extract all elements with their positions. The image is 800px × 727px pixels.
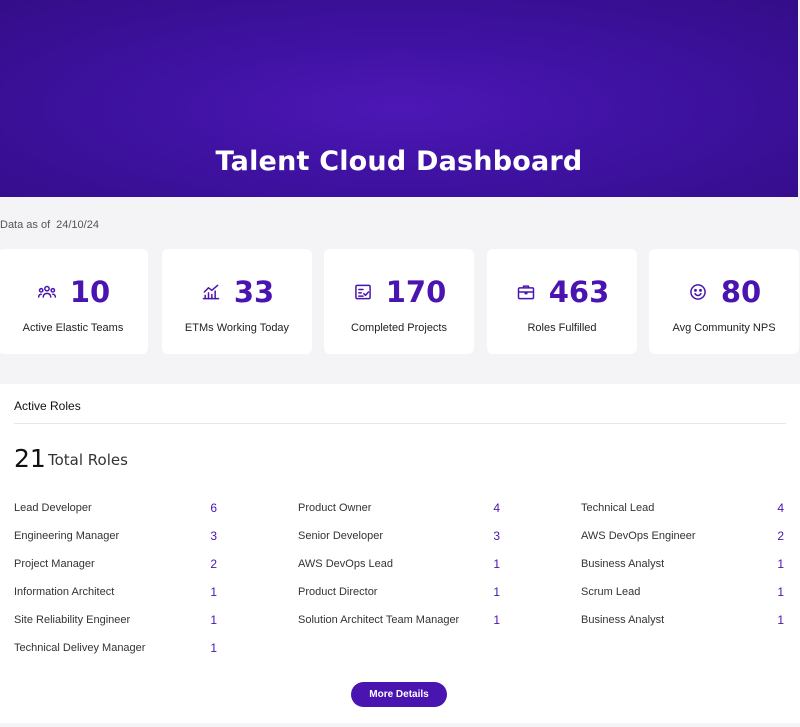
- role-count: 4: [777, 501, 784, 515]
- role-count: 1: [493, 557, 500, 571]
- role-item: Product Owner 4: [298, 500, 503, 528]
- role-name: AWS DevOps Lead: [298, 558, 393, 570]
- stat-value: 33: [233, 275, 275, 309]
- role-item: Senior Developer 3: [298, 528, 503, 556]
- smiley-icon: [687, 281, 709, 303]
- role-name: Solution Architect Team Manager: [298, 614, 460, 626]
- role-name: Product Owner: [298, 502, 372, 514]
- role-name: Technical Delivey Manager: [14, 642, 146, 654]
- stat-label: Active Elastic Teams: [22, 322, 124, 334]
- role-count: 1: [493, 613, 500, 627]
- role-item: Engineering Manager 3: [14, 528, 219, 556]
- role-count: 6: [210, 501, 217, 515]
- more-details-button[interactable]: More Details: [351, 682, 447, 707]
- trend-chart-icon: [200, 281, 222, 303]
- data-as-of-label: Data as of: [0, 219, 51, 231]
- role-item: Scrum Lead 1: [581, 584, 786, 612]
- role-count: 1: [777, 557, 784, 571]
- role-item: Lead Developer 6: [14, 500, 219, 528]
- stat-label: ETMs Working Today: [184, 322, 290, 334]
- role-item: Project Manager 2: [14, 556, 219, 584]
- stat-card-completed-projects: 170 Completed Projects: [324, 249, 474, 354]
- role-name: Scrum Lead: [581, 586, 641, 598]
- briefcase-icon: [515, 281, 537, 303]
- role-item: Product Director 1: [298, 584, 503, 612]
- role-item: Business Analyst 1: [581, 612, 786, 640]
- page-title: Talent Cloud Dashboard: [215, 146, 583, 177]
- stats-cards: 10 Active Elastic Teams 33 ETMs Working …: [0, 249, 800, 354]
- role-count: 4: [493, 501, 500, 515]
- roles-column-1: Lead Developer 6 Engineering Manager 3 Pro…: [14, 500, 219, 668]
- role-count: 3: [210, 529, 217, 543]
- total-roles-label: Total Roles: [48, 451, 128, 469]
- hero-banner: Talent Cloud Dashboard: [0, 0, 798, 197]
- stat-card-active-teams: 10 Active Elastic Teams: [0, 249, 148, 354]
- role-name: Information Architect: [14, 586, 115, 598]
- stat-label: Avg Community NPS: [672, 322, 776, 334]
- stat-label: Completed Projects: [351, 322, 447, 334]
- stat-card-etms-working: 33 ETMs Working Today: [162, 249, 312, 354]
- role-name: Project Manager: [14, 558, 95, 570]
- role-item: Business Analyst 1: [581, 556, 786, 584]
- role-count: 2: [777, 529, 784, 543]
- role-name: Business Analyst: [581, 558, 665, 570]
- role-count: 3: [493, 529, 500, 543]
- data-as-of-date: 24/10/24: [56, 219, 99, 231]
- role-name: Business Analyst: [581, 614, 665, 626]
- role-name: Technical Lead: [581, 502, 655, 514]
- role-count: 2: [210, 557, 217, 571]
- role-item: AWS DevOps Engineer 2: [581, 528, 786, 556]
- role-count: 1: [210, 641, 217, 655]
- total-roles-count: 21: [14, 444, 46, 473]
- role-name: AWS DevOps Engineer: [581, 530, 696, 542]
- role-item: Solution Architect Team Manager 1: [298, 612, 503, 640]
- stat-card-roles-fulfilled: 463 Roles Fulfilled: [487, 249, 637, 354]
- stat-card-community-nps: 80 Avg Community NPS: [649, 249, 799, 354]
- roles-column-3: Technical Lead 4 AWS DevOps Engineer 2 Bus…: [581, 500, 786, 640]
- active-roles-panel: Active Roles 21 Total Roles Lead Develop…: [0, 384, 800, 723]
- role-name: Product Director: [298, 586, 378, 598]
- role-count: 1: [210, 613, 217, 627]
- role-item: Technical Lead 4: [581, 500, 786, 528]
- checklist-icon: [352, 281, 374, 303]
- role-item: AWS DevOps Lead 1: [298, 556, 503, 584]
- data-as-of: Data as of 24/10/24: [0, 219, 105, 231]
- role-name: Senior Developer: [298, 530, 383, 542]
- role-item: Information Architect 1: [14, 584, 219, 612]
- role-item: Site Reliability Engineer 1: [14, 612, 219, 640]
- panel-title: Active Roles: [14, 399, 81, 413]
- stat-label: Roles Fulfilled: [527, 322, 597, 334]
- role-name: Engineering Manager: [14, 530, 120, 542]
- role-count: 1: [493, 585, 500, 599]
- role-name: Lead Developer: [14, 502, 92, 514]
- role-count: 1: [777, 613, 784, 627]
- role-name: Site Reliability Engineer: [14, 614, 131, 626]
- stat-value: 80: [720, 275, 762, 309]
- stat-value: 10: [69, 275, 111, 309]
- stat-value: 463: [548, 275, 610, 309]
- role-item: Technical Delivey Manager 1: [14, 640, 219, 668]
- roles-column-2: Product Owner 4 Senior Developer 3 AWS Dev…: [298, 500, 503, 640]
- divider: [14, 423, 786, 424]
- role-count: 1: [210, 585, 217, 599]
- team-icon: [36, 281, 58, 303]
- role-count: 1: [777, 585, 784, 599]
- stat-value: 170: [385, 275, 447, 309]
